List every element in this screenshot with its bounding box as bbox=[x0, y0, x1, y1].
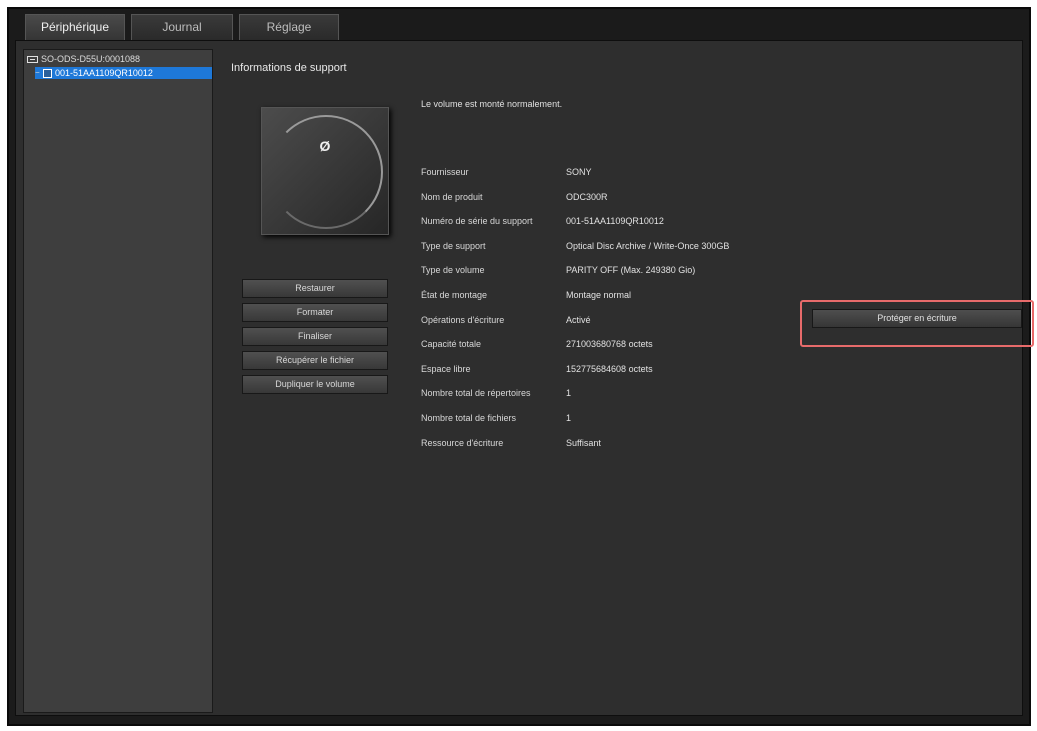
tab-journal[interactable]: Journal bbox=[131, 14, 233, 40]
app-window: Périphérique Journal Réglage SO-ODS-D55U… bbox=[7, 7, 1034, 726]
section-title: Informations de support bbox=[231, 62, 347, 74]
info-value: 001-51AA1109QR10012 bbox=[566, 216, 664, 227]
finalize-button[interactable]: Finaliser bbox=[242, 327, 388, 346]
info-label: Fournisseur bbox=[421, 167, 469, 177]
info-label: Ressource d'écriture bbox=[421, 437, 504, 448]
volume-status: Le volume est monté normalement. bbox=[421, 99, 563, 109]
tab-bar: Périphérique Journal Réglage bbox=[25, 14, 345, 40]
info-value: PARITY OFF (Max. 249380 Gio) bbox=[566, 265, 696, 276]
info-label: Nombre total de fichiers bbox=[421, 412, 517, 423]
action-buttons: Restaurer Formater Finaliser Récupérer l… bbox=[242, 279, 388, 399]
info-value: 271003680768 octets bbox=[566, 339, 653, 350]
tree-child-label: 001-51AA1109QR10012 bbox=[55, 68, 153, 78]
info-value: 152775684608 octets bbox=[566, 363, 653, 374]
device-tree: SO-ODS-D55U:0001088 − 001-51AA1109QR1001… bbox=[23, 49, 213, 713]
recover-file-button[interactable]: Récupérer le fichier bbox=[242, 351, 388, 370]
info-label: Nombre total de répertoires bbox=[421, 388, 531, 399]
info-label: Capacité totale bbox=[421, 339, 482, 350]
cartridge-logo-icon: Ø bbox=[319, 138, 331, 154]
info-value: Suffisant bbox=[566, 437, 601, 448]
write-protect-button[interactable]: Protéger en écriture bbox=[812, 309, 1022, 328]
tab-reglage[interactable]: Réglage bbox=[239, 14, 339, 40]
info-label: Numéro de série du support bbox=[421, 216, 533, 227]
drive-icon bbox=[27, 55, 38, 63]
info-label: Nom de produit bbox=[421, 191, 483, 202]
info-value: 1 bbox=[566, 388, 572, 399]
restore-button[interactable]: Restaurer bbox=[242, 279, 388, 298]
info-value: SONY bbox=[566, 167, 592, 177]
tree-item-media[interactable]: − 001-51AA1109QR10012 bbox=[35, 67, 212, 79]
format-button[interactable]: Formater bbox=[242, 303, 388, 322]
info-label: Type de volume bbox=[421, 265, 485, 276]
protect-highlight: Protéger en écriture bbox=[800, 300, 1034, 347]
info-label: Opérations d'écriture bbox=[421, 314, 505, 325]
main-content: SO-ODS-D55U:0001088 − 001-51AA1109QR1001… bbox=[15, 40, 1034, 716]
tree-root-label: SO-ODS-D55U:0001088 bbox=[41, 54, 141, 64]
info-value: ODC300R bbox=[566, 191, 608, 202]
cartridge-arc bbox=[269, 115, 383, 229]
collapse-icon[interactable]: − bbox=[35, 67, 41, 79]
tree-item-drive[interactable]: SO-ODS-D55U:0001088 bbox=[27, 53, 140, 65]
duplicate-volume-button[interactable]: Dupliquer le volume bbox=[242, 375, 388, 394]
info-label: Espace libre bbox=[421, 363, 471, 374]
info-label: État de montage bbox=[421, 289, 488, 300]
info-value: Optical Disc Archive / Write-Once 300GB bbox=[566, 240, 730, 251]
info-value: 1 bbox=[566, 412, 572, 423]
tab-peripherique[interactable]: Périphérique bbox=[25, 14, 125, 40]
disc-icon bbox=[43, 68, 52, 78]
info-value: Montage normal bbox=[566, 289, 632, 300]
media-cartridge-image: Ø bbox=[261, 107, 389, 235]
info-value: Activé bbox=[566, 314, 591, 325]
info-label: Type de support bbox=[421, 240, 486, 251]
